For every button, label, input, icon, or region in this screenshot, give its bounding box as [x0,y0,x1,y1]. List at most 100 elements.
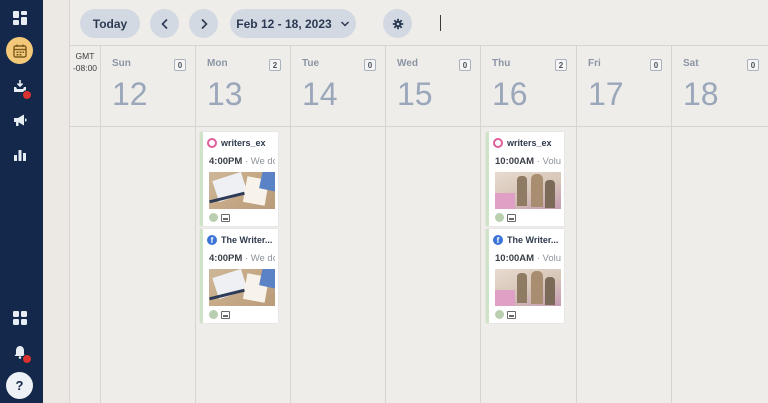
approved-check-icon [209,310,218,319]
day-number: 17 [588,76,624,112]
post-time: 4:00PM · We do [209,253,275,264]
chevron-right-icon [200,18,208,29]
inbox-badge [22,90,32,100]
post-count-badge: 0 [364,59,376,71]
post-account: f The Writer... [493,235,558,245]
analytics-icon[interactable] [6,141,33,168]
post-account: writers_ex [207,138,266,148]
gear-icon [392,18,403,29]
help-icon[interactable]: ? [6,372,33,399]
post-excerpt: Volu [542,253,561,264]
post-status [495,310,516,319]
post-count-badge: 0 [650,59,662,71]
today-label: Today [92,16,128,31]
day-column-sun[interactable] [101,127,196,403]
prev-week-button[interactable] [150,9,179,38]
day-name: Fri [588,58,601,69]
day-number: 14 [302,76,338,112]
toolbar-divider [440,15,441,31]
account-name: writers_ex [221,138,266,148]
day-header-mon[interactable]: Mon 2 13 [196,46,291,127]
day-header-thu[interactable]: Thu 2 16 [481,46,577,127]
post-card[interactable]: writers_ex 4:00PM · We do [200,132,278,226]
instagram-icon [493,138,503,148]
post-card[interactable]: f The Writer... 10:00AM · Volu [486,229,564,323]
separator-dot: · [534,253,543,264]
post-time: 10:00AM · Volu [495,156,561,167]
image-icon [221,213,230,222]
day-number: 18 [683,76,719,112]
notifications-badge [22,354,32,364]
separator-dot: · [242,253,251,264]
approved-check-icon [495,213,504,222]
day-header-sun[interactable]: Sun 0 12 [101,46,196,127]
account-name: The Writer... [507,235,559,245]
post-thumbnail [209,269,275,306]
post-time: 4:00PM · We do [209,156,275,167]
day-header-fri[interactable]: Fri 0 17 [577,46,672,127]
image-icon [221,310,230,319]
day-header-wed[interactable]: Wed 0 15 [386,46,481,127]
facebook-icon: f [493,235,503,245]
day-number: 13 [207,76,243,112]
post-account: writers_ex [493,138,552,148]
calendar-icon[interactable] [6,37,33,64]
today-button[interactable]: Today [80,9,140,38]
post-excerpt: Volu [542,156,561,167]
sidebar-gutter [43,0,70,403]
scheduled-time: 10:00AM [495,156,535,167]
image-icon [507,213,516,222]
image-icon [507,310,516,319]
apps-icon[interactable] [6,304,33,331]
day-name: Wed [397,58,418,69]
post-card[interactable]: f The Writer... 4:00PM · We do [200,229,278,323]
day-name: Sat [683,58,699,69]
settings-button[interactable] [383,9,412,38]
timezone-label: GMT -08:00 [70,46,101,127]
scheduled-time: 10:00AM [495,253,535,264]
chevron-left-icon [160,18,168,29]
sidebar: ? [0,0,43,403]
dashboard-icon[interactable] [6,4,33,31]
day-header-sat[interactable]: Sat 0 18 [672,46,768,127]
approved-check-icon [495,310,504,319]
help-glyph: ? [15,378,24,393]
post-status [209,213,230,222]
day-column-sat[interactable] [672,127,768,403]
post-excerpt: We do [250,253,275,264]
post-thumbnail [495,172,561,209]
post-count-badge: 2 [269,59,281,71]
post-count-badge: 0 [459,59,471,71]
date-range-dropdown[interactable]: Feb 12 - 18, 2023 [230,9,356,38]
post-count-badge: 0 [747,59,759,71]
post-card[interactable]: writers_ex 10:00AM · Volu [486,132,564,226]
calendar-toolbar: Today Feb 12 - 18, 2023 [70,0,768,46]
account-name: writers_ex [507,138,552,148]
post-status [209,310,230,319]
timezone-offset: -08:00 [72,63,98,73]
day-name: Thu [492,58,511,69]
app-root: ? Today Feb 12 - 18, 2023 GMT -08:00 Sun… [0,0,768,403]
day-name: Tue [302,58,320,69]
post-time: 10:00AM · Volu [495,253,561,264]
post-thumbnail [495,269,561,306]
day-column-wed[interactable] [386,127,481,403]
day-column-fri[interactable] [577,127,672,403]
week-grid: GMT -08:00 Sun 0 12 Mon 2 13 Tue 0 14 We… [70,46,768,403]
post-excerpt: We do [250,156,275,167]
instagram-icon [207,138,217,148]
day-number: 16 [492,76,528,112]
separator-dot: · [534,156,543,167]
megaphone-icon[interactable] [6,106,33,133]
scheduled-time: 4:00PM [209,156,243,167]
facebook-icon: f [207,235,217,245]
post-account: f The Writer... [207,235,272,245]
account-name: The Writer... [221,235,273,245]
time-gutter [70,127,101,403]
day-name: Mon [207,58,228,69]
next-week-button[interactable] [189,9,218,38]
day-column-tue[interactable] [291,127,386,403]
post-count-badge: 2 [555,59,567,71]
day-name: Sun [112,58,131,69]
day-header-tue[interactable]: Tue 0 14 [291,46,386,127]
